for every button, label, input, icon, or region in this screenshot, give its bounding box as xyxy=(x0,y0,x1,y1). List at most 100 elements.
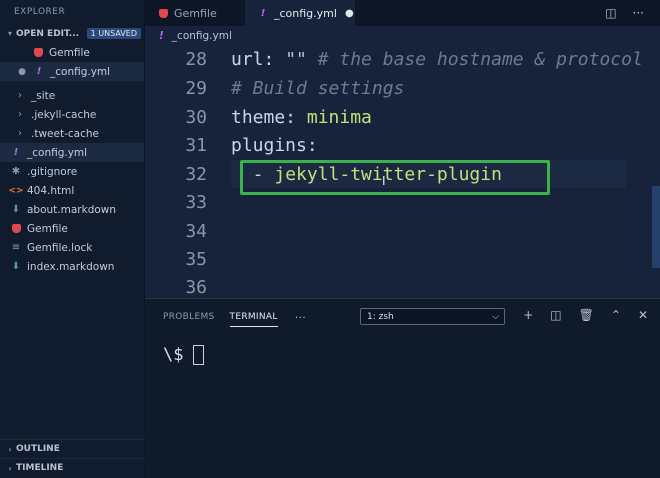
explorer-sidebar: EXPLORER ▾ OPEN EDIT... 1 UNSAVED Gemfil… xyxy=(0,0,145,478)
panel-actions: + ◫ 🗑 ⌃ ✕ xyxy=(523,308,648,322)
chevron-right-icon: › xyxy=(8,444,12,454)
more-actions-icon[interactable]: ··· xyxy=(633,6,644,20)
yaml-comment: # Build settings xyxy=(231,77,405,99)
exclamation-icon: ! xyxy=(260,7,266,19)
markdown-icon: ⬇ xyxy=(11,261,21,272)
line-number: 35 xyxy=(185,248,207,270)
chevron-right-icon: › xyxy=(18,128,22,139)
exclamation-icon: ! xyxy=(159,30,164,42)
file-gitignore[interactable]: ✱ .gitignore xyxy=(0,162,144,181)
line-number: 28 xyxy=(185,48,207,70)
file-index-markdown[interactable]: ⬇ index.markdown xyxy=(0,257,144,276)
tab-label: _config.yml xyxy=(274,6,337,20)
file-gemfile-lock[interactable]: ≡ Gemfile.lock xyxy=(0,238,144,257)
code-editor[interactable]: 28 url: "" # the base hostname & protoco… xyxy=(145,46,660,298)
yaml-string: "" xyxy=(285,48,307,70)
file-label: index.markdown xyxy=(27,260,115,273)
plus-icon[interactable]: + xyxy=(523,308,533,322)
ruby-icon xyxy=(10,223,22,235)
file-label: _site xyxy=(31,89,56,102)
tab-gemfile[interactable]: Gemfile xyxy=(145,0,245,26)
code-line: 31 plugins: xyxy=(145,131,660,159)
breadcrumb: ! _config.yml xyxy=(145,26,660,46)
outline-label: OUTLINE xyxy=(16,444,60,454)
terminal-select-value: 1: zsh xyxy=(367,311,394,322)
yaml-key: plugins: xyxy=(231,134,318,156)
split-editor-icon[interactable]: ◫ xyxy=(605,6,616,20)
folder-tweet-cache[interactable]: › .tweet-cache xyxy=(0,124,144,143)
unsaved-dot-icon[interactable]: ● xyxy=(16,66,28,78)
line-number: 36 xyxy=(185,276,207,298)
chevron-up-icon[interactable]: ⌃ xyxy=(611,308,621,322)
code-line: 29 # Build settings xyxy=(145,74,660,102)
chevron-down-icon: ⌵ xyxy=(492,311,499,322)
close-icon[interactable]: ✕ xyxy=(638,308,648,322)
folder-site[interactable]: › _site xyxy=(0,86,144,105)
explorer-title: EXPLORER xyxy=(14,7,66,17)
tab-problems[interactable]: PROBLEMS xyxy=(163,308,215,326)
line-number: 30 xyxy=(185,106,207,128)
terminal-select[interactable]: 1: zsh ⌵ xyxy=(360,308,505,325)
tab-terminal[interactable]: TERMINAL xyxy=(229,308,278,327)
editor-tab-bar: Gemfile ! _config.yml ● ◫ ··· xyxy=(145,0,660,26)
file-about-markdown[interactable]: ⬇ about.markdown xyxy=(0,200,144,219)
line-number: 33 xyxy=(185,191,207,213)
timeline-section[interactable]: › TIMELINE xyxy=(0,458,145,477)
ruby-icon xyxy=(157,7,169,19)
yaml-comment: # the base hostname & protocol xyxy=(306,48,643,70)
editor-actions: ◫ ··· xyxy=(605,0,660,26)
file-label: 404.html xyxy=(27,184,75,197)
chevron-down-icon: ▾ xyxy=(7,29,12,38)
file-label: Gemfile.lock xyxy=(27,241,93,254)
open-editors-label: OPEN EDIT... xyxy=(16,28,80,39)
code-line: 35 xyxy=(145,245,660,273)
ruby-icon xyxy=(32,47,44,59)
unsaved-dot-icon[interactable]: ● xyxy=(345,8,354,19)
file-config-yml[interactable]: ! _config.yml xyxy=(0,143,144,162)
tab-config-yml[interactable]: ! _config.yml ● xyxy=(245,0,355,26)
lines-icon: ≡ xyxy=(11,242,21,253)
bottom-panel: PROBLEMS TERMINAL ··· 1: zsh ⌵ + ◫ 🗑 ⌃ ✕… xyxy=(145,298,660,478)
line-number: 29 xyxy=(185,77,207,99)
outline-section[interactable]: › OUTLINE xyxy=(0,439,145,458)
file-label: .tweet-cache xyxy=(31,127,99,140)
code-line: 28 url: "" # the base hostname & protoco… xyxy=(145,46,660,73)
chevron-right-icon: › xyxy=(8,463,12,473)
breadcrumb-file[interactable]: _config.yml xyxy=(172,30,232,42)
trash-icon[interactable]: 🗑 xyxy=(579,308,594,322)
more-views-icon[interactable]: ··· xyxy=(295,311,306,324)
terminal-output[interactable]: \$ xyxy=(163,345,205,365)
open-editors-header[interactable]: ▾ OPEN EDIT... 1 UNSAVED xyxy=(0,24,144,43)
file-label: about.markdown xyxy=(27,203,117,216)
yaml-key: theme: xyxy=(231,106,307,128)
code-line: 34 xyxy=(145,217,660,245)
timeline-label: TIMELINE xyxy=(16,463,64,473)
file-label: .jekyll-cache xyxy=(31,108,97,121)
html-icon: <> xyxy=(8,185,24,196)
text-cursor-icon: I xyxy=(382,174,386,188)
exclamation-icon: ! xyxy=(13,147,19,158)
yaml-key: url: xyxy=(231,48,286,70)
file-404-html[interactable]: <> 404.html xyxy=(0,181,144,200)
tab-label: Gemfile xyxy=(174,6,217,20)
line-number: 34 xyxy=(185,220,207,242)
scrollbar-thumb[interactable] xyxy=(652,186,660,268)
open-editor-gemfile[interactable]: Gemfile xyxy=(0,43,144,62)
yaml-value: minima xyxy=(306,106,372,128)
gear-icon: ✱ xyxy=(11,166,21,177)
open-editor-config[interactable]: ● ! _config.yml xyxy=(0,62,144,81)
folder-jekyll-cache[interactable]: › .jekyll-cache xyxy=(0,105,144,124)
file-gemfile[interactable]: Gemfile xyxy=(0,219,144,238)
file-label: Gemfile xyxy=(27,222,68,235)
terminal-prompt: \$ xyxy=(163,345,184,365)
open-editor-label: Gemfile xyxy=(49,46,90,59)
open-editor-label: _config.yml xyxy=(50,65,111,78)
chevron-right-icon: › xyxy=(18,109,22,120)
code-line: 36 xyxy=(145,273,660,298)
code-line: 30 theme: minima xyxy=(145,103,660,131)
split-terminal-icon[interactable]: ◫ xyxy=(550,308,561,322)
unsaved-badge: 1 UNSAVED xyxy=(86,28,141,39)
markdown-icon: ⬇ xyxy=(11,204,21,215)
chevron-right-icon: › xyxy=(18,90,22,101)
line-number: 32 xyxy=(185,163,207,185)
